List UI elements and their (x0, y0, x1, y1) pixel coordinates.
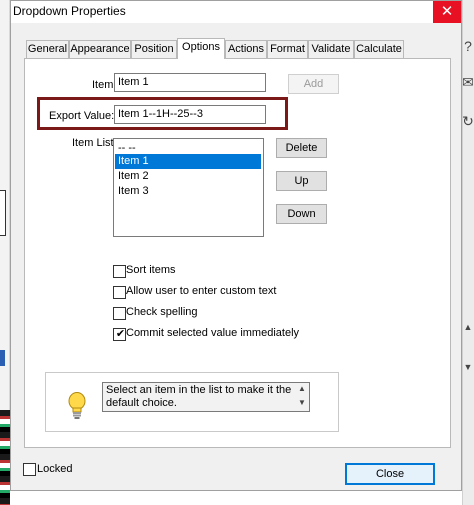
commit-immediately-label: Commit selected value immediately (126, 327, 300, 339)
locked-checkbox[interactable] (23, 463, 36, 476)
list-item[interactable]: Item 2 (115, 169, 261, 184)
up-button[interactable]: Up (276, 171, 327, 191)
tab-calculate[interactable]: Calculate (354, 40, 404, 58)
allow-custom-text-label: Allow user to enter custom text (126, 285, 277, 297)
close-window-button[interactable]: ✕ (433, 1, 461, 23)
sort-items-label: Sort items (126, 264, 176, 276)
dropdown-properties-dialog: Dropdown Properties ✕ General Appearance… (10, 0, 462, 491)
tip-box: Select an item in the list to make it th… (45, 372, 339, 432)
tab-options[interactable]: Options (177, 38, 225, 59)
delete-button[interactable]: Delete (276, 138, 327, 158)
item-label: Item: (92, 79, 117, 91)
background-question-icon: ? (464, 38, 472, 54)
tab-actions[interactable]: Actions (225, 40, 267, 58)
tip-text: Select an item in the list to make it th… (102, 382, 310, 412)
title-bar: Dropdown Properties ✕ (11, 1, 461, 23)
lightbulb-icon (66, 391, 88, 421)
sort-items-checkbox[interactable] (113, 265, 126, 278)
allow-custom-text-checkbox[interactable] (113, 286, 126, 299)
tab-general[interactable]: General (26, 40, 69, 58)
item-list[interactable]: -- -- Item 1 Item 2 Item 3 (113, 138, 264, 237)
tab-position[interactable]: Position (131, 40, 177, 58)
tab-appearance[interactable]: Appearance (69, 40, 131, 58)
background-chevron-icon: ▼ (463, 362, 473, 372)
locked-label: Locked (37, 463, 73, 475)
export-value-input[interactable]: Item 1--1H--25--3 (114, 105, 266, 124)
background-app-element (0, 190, 6, 236)
background-mail-icon: ✉ (462, 74, 474, 90)
export-value-label: Export Value: (49, 110, 115, 122)
item-list-label: Item List: (72, 137, 117, 149)
list-item[interactable]: Item 3 (115, 184, 261, 199)
add-button[interactable]: Add (288, 74, 339, 94)
tab-validate[interactable]: Validate (308, 40, 354, 58)
scroll-down-icon[interactable]: ▼ (298, 398, 306, 407)
check-spelling-label: Check spelling (126, 306, 198, 318)
dialog-title: Dropdown Properties (13, 4, 126, 18)
scroll-up-icon[interactable]: ▲ (298, 384, 306, 393)
background-app-element (0, 350, 5, 366)
item-input[interactable]: Item 1 (114, 73, 266, 92)
close-button[interactable]: Close (345, 463, 435, 485)
down-button[interactable]: Down (276, 204, 327, 224)
list-item-selected[interactable]: Item 1 (115, 154, 261, 169)
close-icon: ✕ (440, 3, 454, 20)
background-refresh-icon: ↻ (462, 113, 474, 129)
background-app-thumbnails (0, 410, 10, 505)
background-chevron-icon: ▲ (463, 322, 473, 332)
check-spelling-checkbox[interactable] (113, 307, 126, 320)
options-panel: Item: Item 1 Add Export Value: Item 1--1… (24, 58, 451, 448)
commit-immediately-checkbox[interactable]: ✔ (113, 328, 126, 341)
tab-format[interactable]: Format (267, 40, 308, 58)
